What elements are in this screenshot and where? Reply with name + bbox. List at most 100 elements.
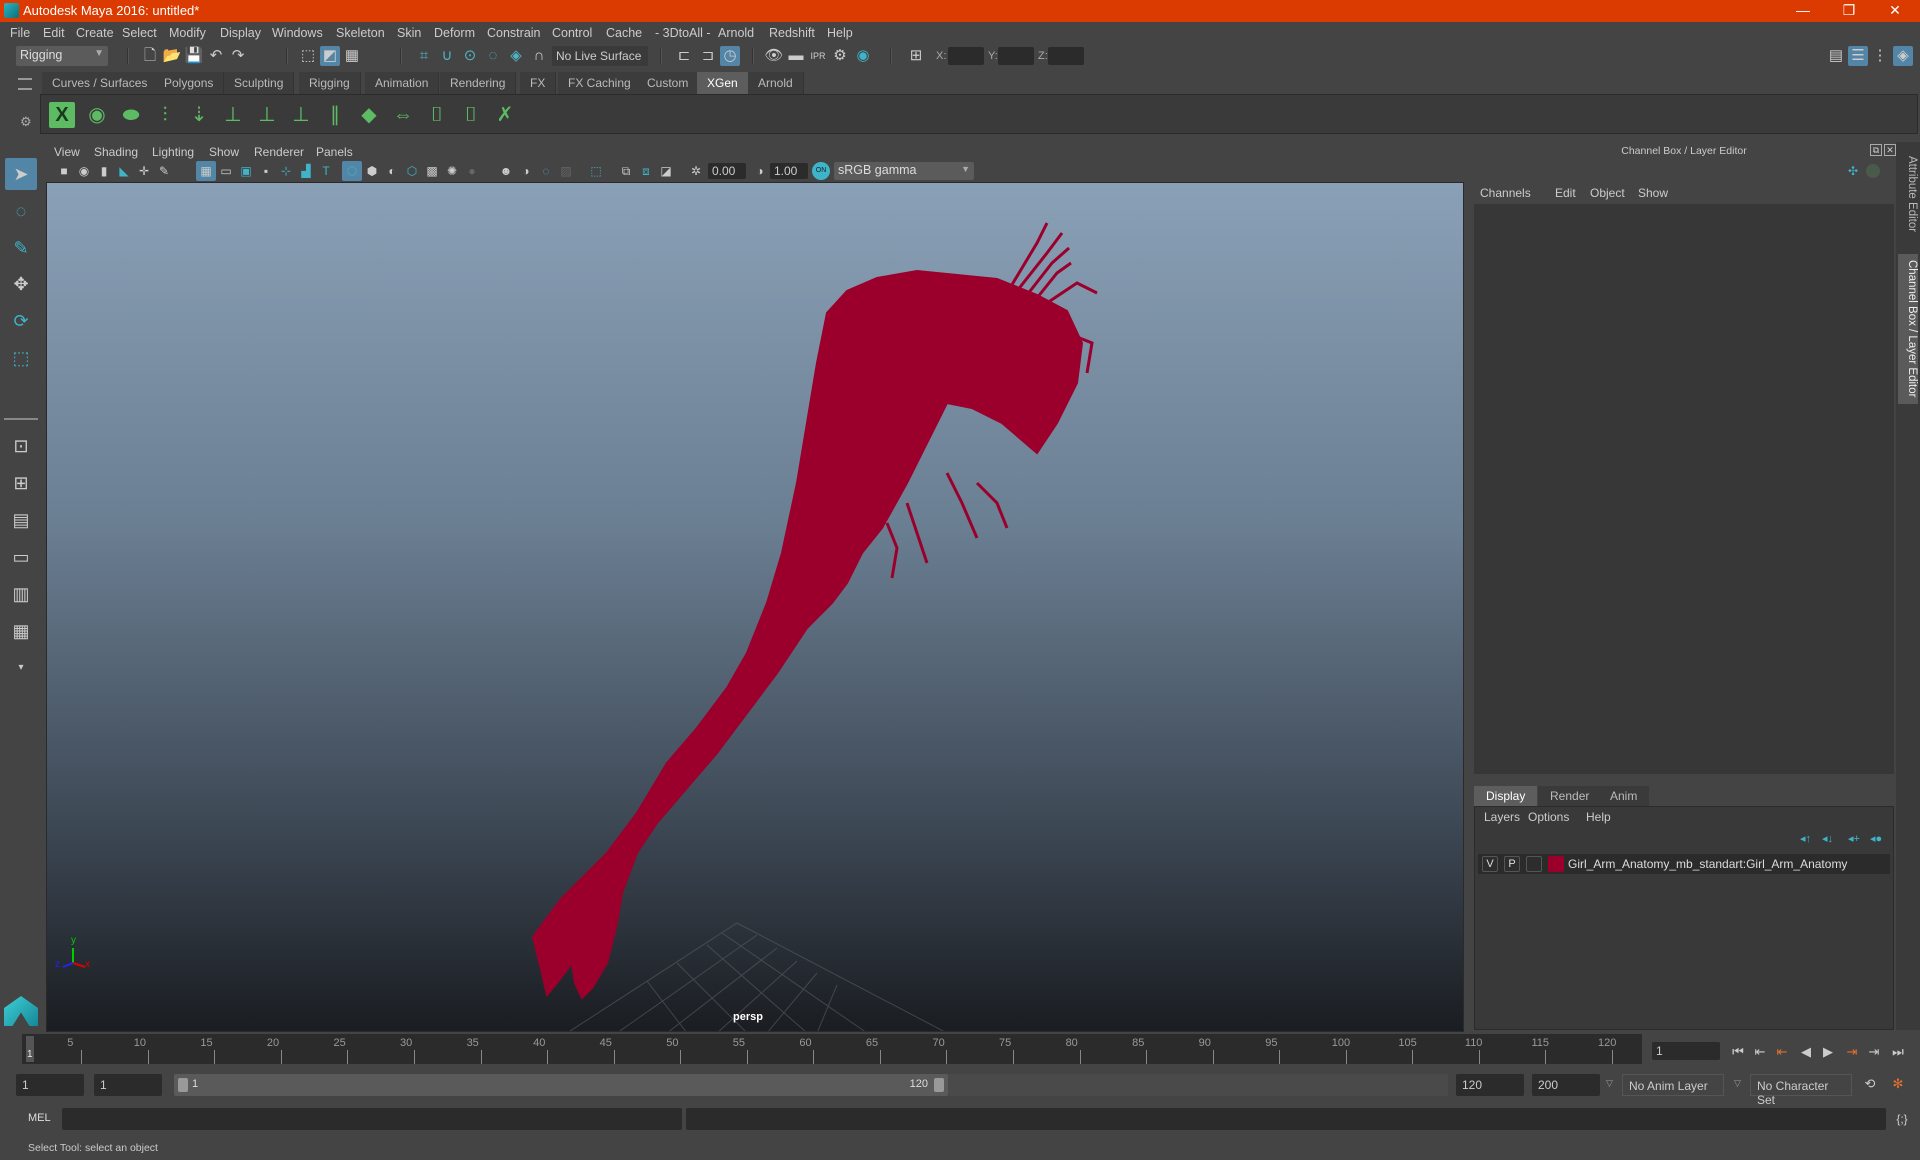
animation-preferences-icon[interactable]: ✻ [1888,1074,1908,1094]
command-input[interactable] [62,1108,682,1130]
save-scene-icon[interactable]: 💾 [184,46,204,66]
go-to-start-icon[interactable]: ⏮ [1728,1042,1748,1062]
color-management-toggle[interactable]: ON [812,162,830,180]
x-input[interactable] [948,47,984,65]
menu-display[interactable]: Display [220,26,261,40]
snap-live-icon[interactable]: ◈ [506,46,526,66]
range-start-handle[interactable] [178,1078,188,1092]
z-input[interactable] [1048,47,1084,65]
field-chart-icon[interactable]: ⊹ [276,161,296,181]
shelf-tab-fx[interactable]: FX [520,72,557,94]
select-guides-icon[interactable]: ⌷ [423,101,451,129]
grid-toggle-icon[interactable]: ▦ [196,161,216,181]
delete-guides-icon[interactable]: ✗ [491,101,519,129]
shelf-menu-icon[interactable] [18,78,32,90]
menu-create[interactable]: Create [76,26,114,40]
exposure-icon[interactable]: ✲ [686,161,706,181]
motion-blur-icon[interactable]: ◑ [516,161,536,181]
hypershade-icon[interactable]: ◉ [853,46,873,66]
shelf-tab-rigging[interactable]: Rigging [299,72,361,94]
side-tab-channel-box[interactable]: Channel Box / Layer Editor [1898,254,1918,404]
select-hierarchy-icon[interactable]: ⬚ [298,46,318,66]
side-tab-attribute-editor[interactable]: Attribute Editor [1898,150,1918,238]
output-ops-icon[interactable]: ⊐ [698,46,718,66]
select-component-icon[interactable]: ▦ [342,46,362,66]
menu-deform[interactable]: Deform [434,26,475,40]
bookmark-icon[interactable]: ▮ [94,161,114,181]
four-view-layout-icon[interactable]: ⊞ [5,467,37,499]
guide-cv-icon[interactable]: ⌷ [457,101,485,129]
layer-color-swatch[interactable] [1548,856,1564,872]
menu-help[interactable]: Help [827,26,853,40]
layer-playback-toggle[interactable]: P [1504,856,1520,872]
snap-view-plane-icon[interactable]: ◌ [483,46,503,66]
new-scene-icon[interactable]: 🗋 [140,46,160,66]
viewport-menu-panels[interactable]: Panels [316,145,353,159]
menu-file[interactable]: File [10,26,30,40]
transform-input-icon[interactable]: ⊞ [906,46,926,66]
character-set-dropdown[interactable]: No Character Set [1750,1074,1852,1107]
color-space-dropdown[interactable]: sRGB gamma ▼ [834,162,974,180]
menu-skin[interactable]: Skin [397,26,421,40]
depth-of-field-icon[interactable]: ▨ [556,161,576,181]
snap-projected-icon[interactable]: ∩ [529,46,549,66]
split-guide-icon[interactable]: ∥ [321,101,349,129]
menu-windows[interactable]: Windows [272,26,323,40]
wireframe-icon[interactable]: ⬡ [342,161,362,181]
layer-visibility-toggle[interactable]: V [1482,856,1498,872]
layer-name[interactable]: Girl_Arm_Anatomy_mb_standart:Girl_Arm_An… [1568,857,1847,871]
single-perspective-layout-icon[interactable]: ⊡ [5,430,37,462]
channel-box-menu-show[interactable]: Show [1638,186,1668,200]
outliner-persp-layout-icon[interactable]: ▤ [5,504,37,536]
textured-icon[interactable]: ▩ [422,161,442,181]
shelf-tab-polygons[interactable]: Polygons [154,72,225,94]
gamma-field[interactable]: 1.00 [770,163,808,179]
play-forwards-icon[interactable]: ▶ [1818,1042,1838,1062]
camera-attributes-icon[interactable]: ◉ [74,161,94,181]
gamma-icon[interactable]: ◑ [750,161,770,181]
speed-icon[interactable] [1866,164,1880,178]
layer-menu-options[interactable]: Options [1528,810,1569,824]
layer-menu-help[interactable]: Help [1586,810,1611,824]
rotate-tool-icon[interactable]: ⟳ [5,305,37,337]
go-to-end-icon[interactable]: ⏭ [1888,1042,1908,1062]
shelf-tab-animation[interactable]: Animation [365,72,440,94]
2d-pan-zoom-icon[interactable]: ✛ [134,161,154,181]
safe-title-icon[interactable]: T [316,161,336,181]
image-plane-toggle-icon[interactable]: ◪ [656,161,676,181]
lock-guide-icon[interactable]: ⊥ [287,101,315,129]
undo-icon[interactable]: ↶ [206,46,226,66]
menu-control[interactable]: Control [552,26,592,40]
construction-history-icon[interactable]: ◷ [720,46,740,66]
menuset-dropdown[interactable]: Rigging ▼ [16,46,108,66]
scale-tool-icon[interactable]: ⬚ [5,342,37,374]
snap-curve-icon[interactable]: ∪ [437,46,457,66]
step-forward-key-icon[interactable]: ⇥ [1842,1042,1862,1062]
place-guides-icon[interactable]: ⇣ [185,101,213,129]
viewport-menu-shading[interactable]: Shading [94,145,138,159]
snap-grid-icon[interactable]: ⌗ [414,46,434,66]
hypershade-persp-layout-icon[interactable]: ▥ [5,578,37,610]
viewport-menu-view[interactable]: View [54,145,80,159]
select-tool-icon[interactable]: ➤ [5,158,37,190]
open-scene-icon[interactable]: 📂 [162,46,182,66]
exposure-field[interactable]: 0.00 [708,163,746,179]
layer-tab-display[interactable]: Display [1474,786,1538,806]
end-time-field[interactable]: 200 [1532,1074,1600,1096]
move-tool-icon[interactable]: ✥ [5,268,37,300]
shelf-settings-icon[interactable]: ⚙ [20,114,32,130]
start-time-field[interactable]: 1 [16,1074,84,1096]
menu-redshift[interactable]: Redshift [769,26,815,40]
time-slider[interactable]: 1 5 10 15 20 25 30 35 40 45 50 55 60 65 70 75 80 85 90 95 1… [22,1034,1642,1064]
menu-skeleton[interactable]: Skeleton [336,26,385,40]
channel-box-menu-channels[interactable]: Channels [1480,186,1531,200]
smooth-shade-icon[interactable]: ⬢ [362,161,382,181]
new-layer-selected-icon[interactable]: ◂● [1870,832,1882,845]
range-slider[interactable]: 1 120 [174,1074,948,1096]
show-guide-icon[interactable]: ⊥ [253,101,281,129]
xgen-editor-icon[interactable]: X [49,102,75,128]
layer-tab-anim[interactable]: Anim [1598,786,1650,806]
move-layer-up-icon[interactable]: ◂↑ [1800,832,1811,845]
persp-graph-layout-icon[interactable]: ▭ [5,541,37,573]
preview-icon[interactable]: ◉ [83,101,111,129]
